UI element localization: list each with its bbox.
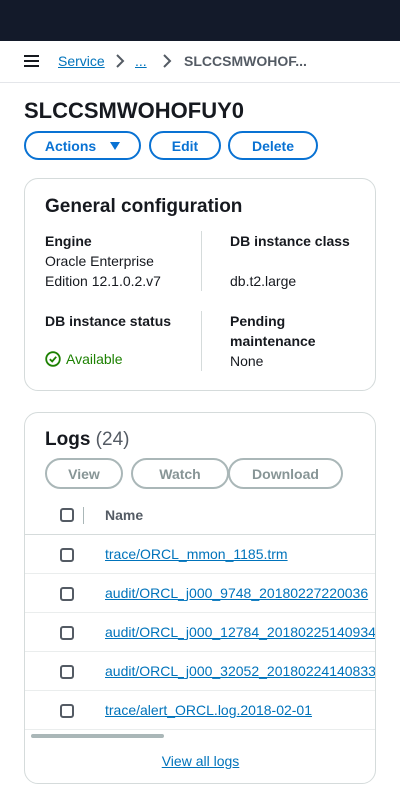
table-row: audit/ORCL_j000_9748_20180227220036 — [25, 574, 375, 613]
logs-title: Logs (24) — [45, 429, 129, 451]
log-file-link[interactable]: audit/ORCL_j000_32052_20180224140833 — [105, 663, 375, 679]
row-checkbox[interactable] — [60, 626, 74, 640]
row-checkbox[interactable] — [60, 704, 74, 718]
engine-value: Oracle Enterprise Edition 12.1.0.2.v7 — [45, 253, 161, 289]
row-checkbox[interactable] — [60, 587, 74, 601]
select-all-checkbox[interactable] — [60, 508, 74, 522]
view-log-button[interactable]: View — [45, 458, 123, 489]
db-instance-status-value: Available — [66, 351, 123, 367]
page-title: SLCCSMWOHOFUY0 — [24, 98, 244, 123]
top-navigation-bar — [0, 0, 400, 41]
column-separator — [83, 507, 84, 524]
horizontal-scrollbar[interactable] — [31, 734, 164, 738]
edit-button[interactable]: Edit — [149, 131, 221, 160]
check-circle-icon — [45, 351, 61, 367]
db-instance-class-value: db.t2.large — [230, 273, 297, 289]
log-file-link[interactable]: audit/ORCL_j000_9748_20180227220036 — [105, 585, 368, 601]
download-log-button[interactable]: Download — [228, 458, 343, 489]
general-configuration-title: General configuration — [45, 196, 243, 217]
logs-title-text: Logs — [45, 429, 91, 450]
delete-button[interactable]: Delete — [228, 131, 318, 160]
column-divider — [201, 231, 202, 291]
log-file-link[interactable]: trace/ORCL_mmon_1185.trm — [105, 546, 288, 562]
view-all-logs-container: View all logs — [25, 753, 375, 769]
column-divider — [201, 311, 202, 371]
view-all-logs-link[interactable]: View all logs — [162, 753, 240, 769]
db-instance-class-label: DB instance class — [230, 233, 350, 249]
logs-count: (24) — [95, 429, 130, 450]
general-configuration-card: General configuration Engine Oracle Ente… — [24, 178, 376, 391]
table-row: trace/ORCL_mmon_1185.trm — [25, 535, 375, 574]
table-row: audit/ORCL_j000_12784_20180225140934 — [25, 613, 375, 652]
status-badge: Available — [45, 351, 123, 367]
chevron-right-icon — [116, 54, 125, 68]
db-instance-status-label: DB instance status — [45, 313, 172, 329]
breadcrumb-ellipsis[interactable]: ... — [135, 53, 147, 69]
engine-label: Engine — [45, 233, 92, 249]
row-checkbox[interactable] — [60, 548, 74, 562]
actions-button-label: Actions — [44, 137, 97, 154]
caret-down-icon — [110, 141, 121, 150]
logs-table-header: Name — [25, 497, 375, 535]
column-header-name: Name — [105, 507, 144, 523]
chevron-right-icon — [163, 54, 172, 68]
pending-maintenance-label: Pending maintenance — [230, 313, 316, 349]
breadcrumb-bar: Service ... SLCCSMWOHOF... — [0, 41, 400, 83]
actions-button[interactable]: Actions — [24, 131, 141, 160]
table-row: audit/ORCL_j000_32052_20180224140833 — [25, 652, 375, 691]
table-row: trace/alert_ORCL.log.2018-02-01 — [25, 691, 375, 730]
breadcrumb-current: SLCCSMWOHOF... — [184, 53, 307, 69]
hamburger-menu-icon[interactable] — [24, 55, 39, 69]
pending-maintenance-value: None — [230, 353, 264, 369]
row-checkbox[interactable] — [60, 665, 74, 679]
breadcrumb-service[interactable]: Service — [58, 53, 105, 69]
log-file-link[interactable]: trace/alert_ORCL.log.2018-02-01 — [105, 702, 312, 718]
log-file-link[interactable]: audit/ORCL_j000_12784_20180225140934 — [105, 624, 375, 640]
watch-log-button[interactable]: Watch — [131, 458, 229, 489]
logs-card: Logs (24) View Watch Download Name trace… — [24, 412, 376, 784]
